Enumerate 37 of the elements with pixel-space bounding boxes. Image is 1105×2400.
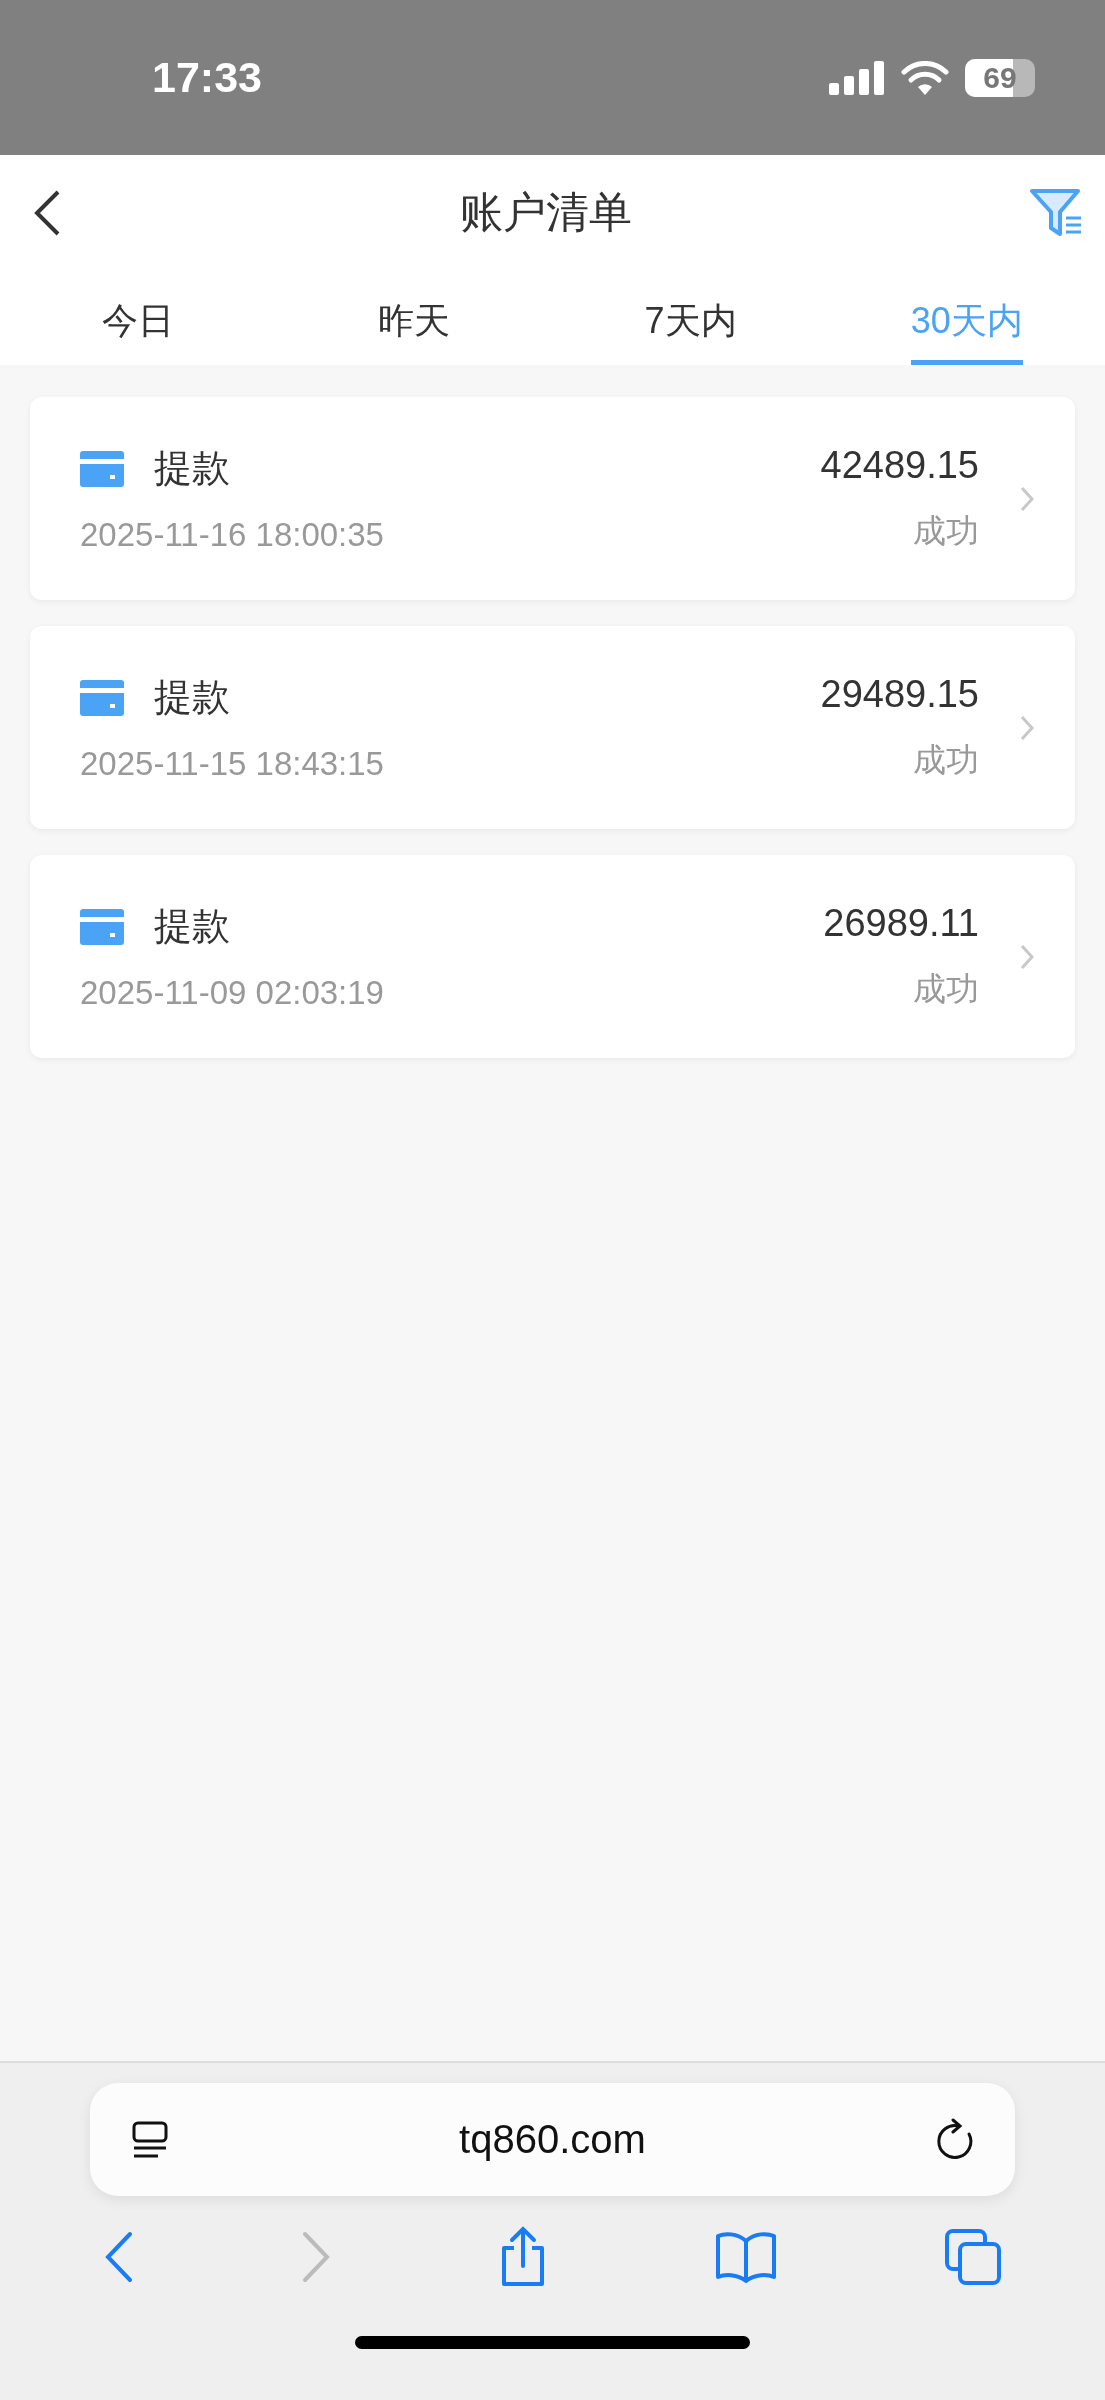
chevron-icon: [1019, 713, 1035, 742]
chevron-icon: [1019, 484, 1035, 513]
record-amount: 26989.11: [823, 901, 979, 945]
record-time: 2025-11-15 18:43:15: [80, 745, 385, 783]
record-status: 成功: [913, 510, 979, 551]
reload-icon[interactable]: [935, 2117, 975, 2162]
record-type: 提款: [154, 446, 230, 491]
record-status: 成功: [913, 739, 979, 780]
record-type: 提款: [154, 675, 230, 720]
signal-icon: [829, 60, 885, 95]
chevron-icon: [1019, 942, 1035, 971]
period-tab[interactable]: 昨天: [378, 297, 451, 365]
period-tab[interactable]: 7天内: [644, 297, 737, 365]
back-icon[interactable]: [32, 188, 62, 237]
record-amount: 42489.15: [820, 443, 979, 487]
url-text: tq860.com: [459, 2117, 646, 2162]
status-time: 17:33: [152, 53, 262, 102]
card-icon: [80, 450, 124, 487]
wifi-icon: [901, 60, 949, 95]
card-icon: [80, 908, 124, 945]
record-status: 成功: [913, 968, 979, 1009]
filter-icon[interactable]: [1029, 187, 1083, 238]
reader-icon[interactable]: [130, 2119, 170, 2160]
record-time: 2025-11-16 18:00:35: [80, 516, 385, 554]
record-card[interactable]: 提款 2025-11-16 18:00:35 42489.15 成功: [30, 397, 1075, 600]
battery-indicator: 69: [965, 58, 1035, 97]
tabs-icon[interactable]: [943, 2228, 1002, 2286]
record-amount: 29489.15: [820, 672, 979, 716]
record-card[interactable]: 提款 2025-11-09 02:03:19 26989.11 成功: [30, 855, 1075, 1058]
address-bar[interactable]: tq860.com: [90, 2083, 1015, 2196]
page-title: 账户清单: [459, 186, 632, 238]
book-icon[interactable]: [714, 2231, 777, 2283]
record-type: 提款: [154, 904, 230, 949]
record-card[interactable]: 提款 2025-11-15 18:43:15 29489.15 成功: [30, 626, 1075, 829]
record-time: 2025-11-09 02:03:19: [80, 974, 385, 1012]
card-icon: [80, 679, 124, 716]
period-tab[interactable]: 今日: [102, 297, 175, 365]
